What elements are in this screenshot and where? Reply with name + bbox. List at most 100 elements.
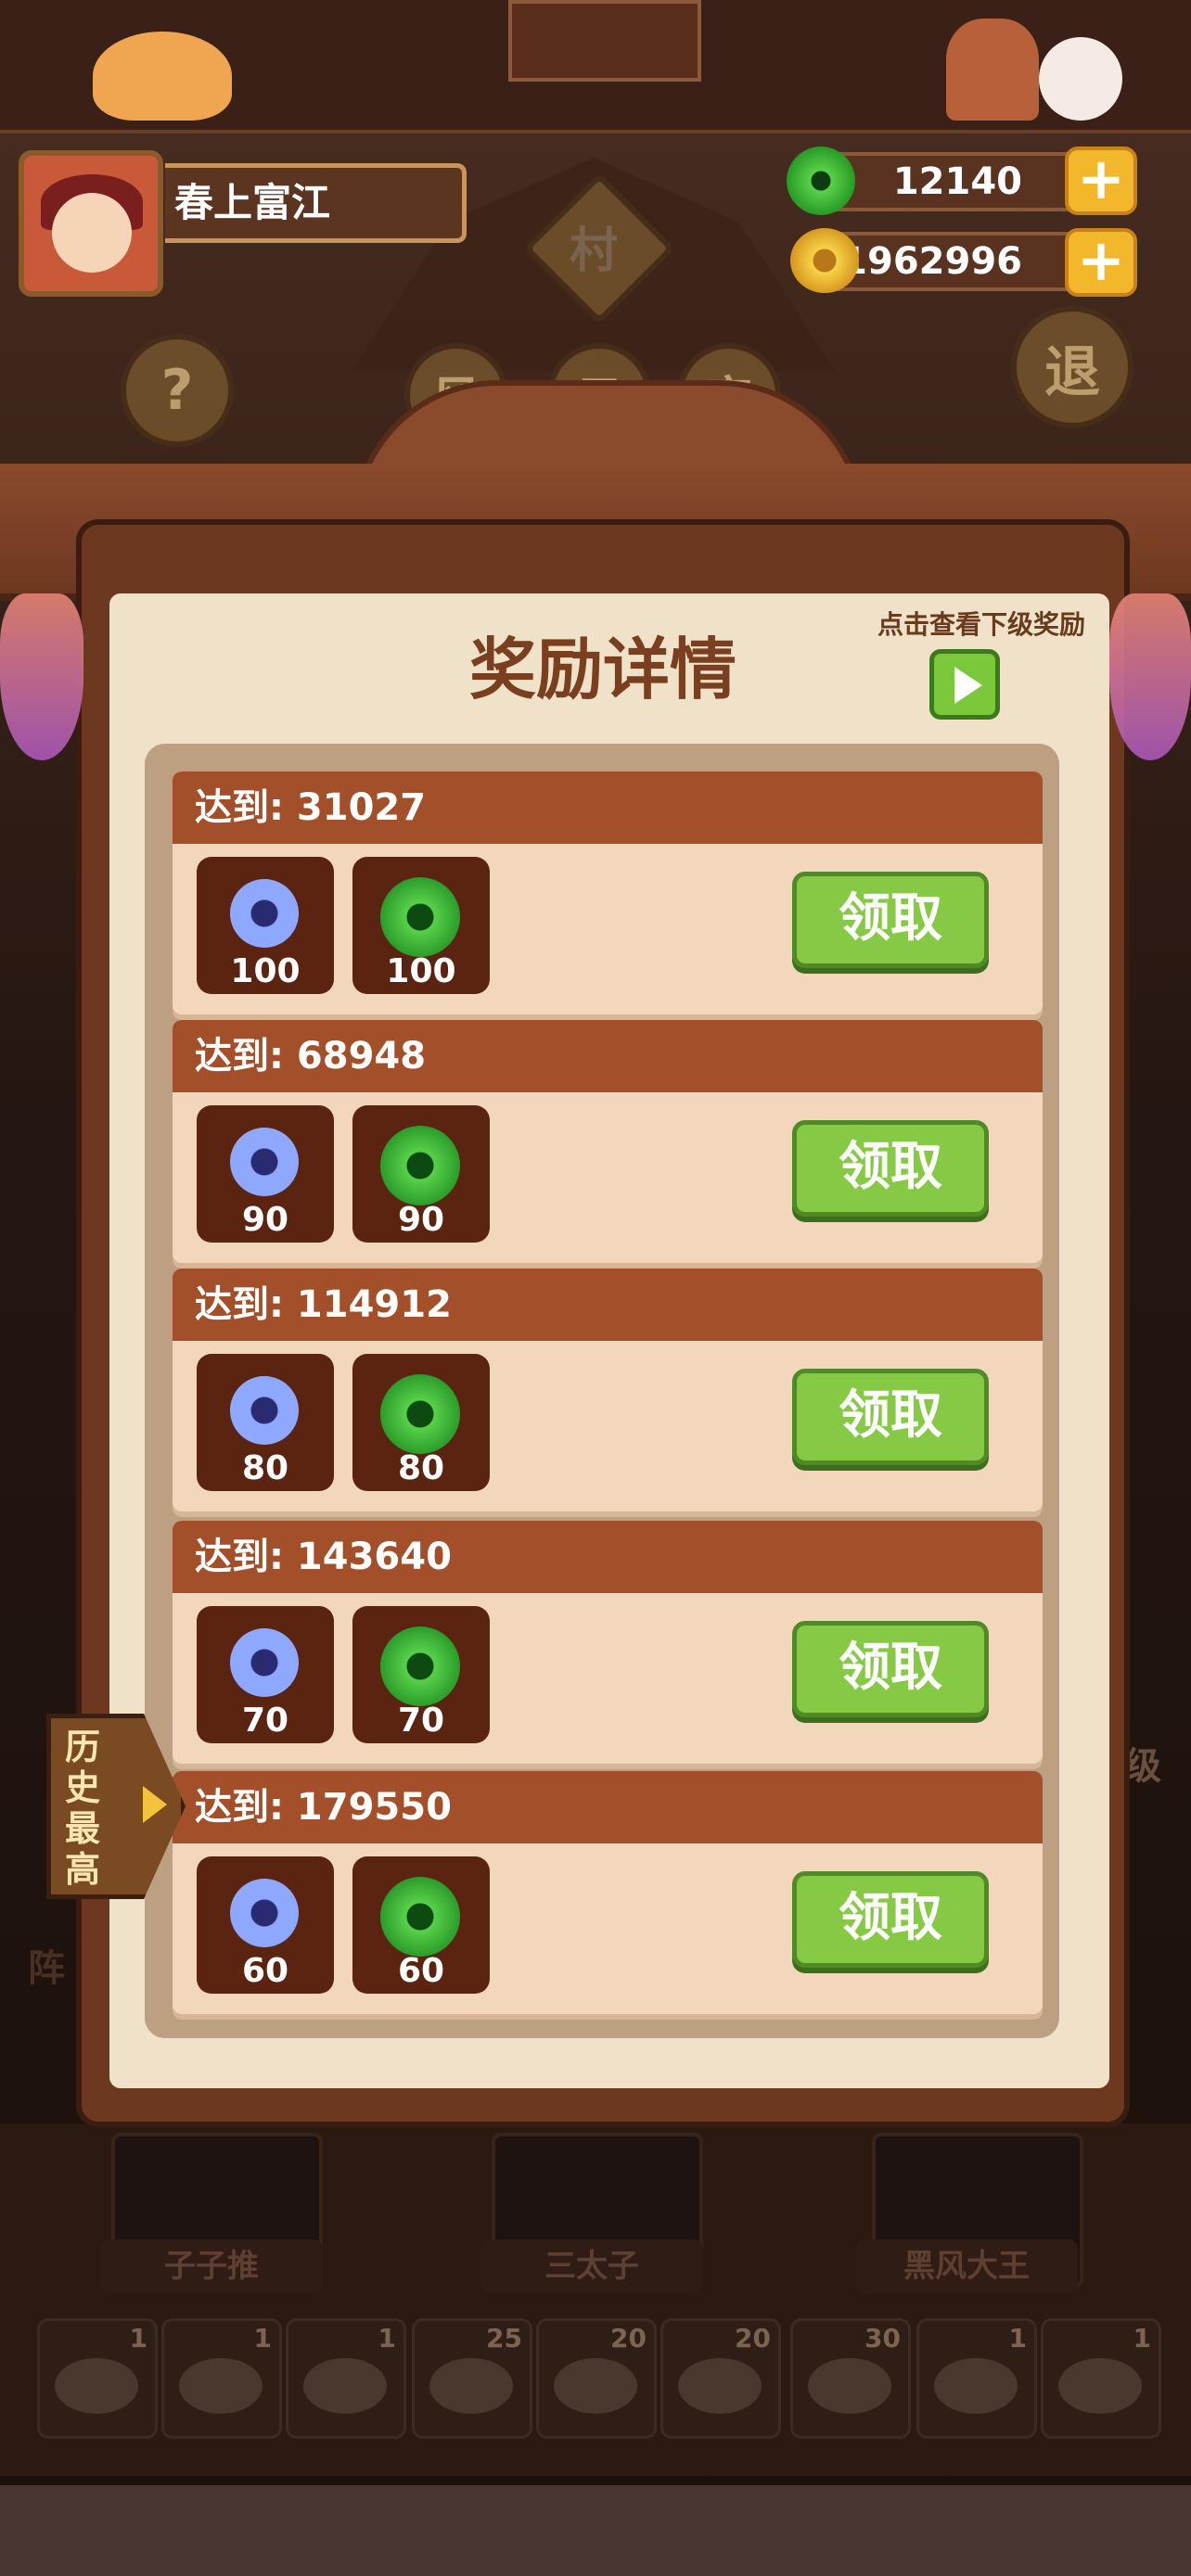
reward-item[interactable]: 100 [197,857,334,994]
dish-count: 1 [1133,2323,1151,2353]
coin-value: 1962996 [841,240,1022,283]
reward-row-body: 90 90 领取 [173,1092,1043,1263]
reward-item[interactable]: 90 [352,1105,490,1243]
green-jade-icon [380,1374,460,1454]
dish-count: 1 [1008,2323,1027,2353]
green-jade-icon [380,877,460,957]
reward-item[interactable]: 80 [352,1354,490,1491]
reward-item[interactable]: 100 [352,857,490,994]
reward-item[interactable]: 70 [197,1606,334,1743]
reward-qty: 60 [241,1952,289,1990]
reward-qty: 90 [241,1201,289,1239]
reward-qty: 70 [397,1702,445,1740]
reward-qty: 100 [230,952,301,990]
tassel-right-icon [1109,593,1191,760]
dish-slot[interactable]: 20 [660,2318,781,2439]
add-coin-button[interactable]: + [1065,228,1137,297]
dish-slot[interactable]: 30 [790,2318,911,2439]
hero-name-1: 子子推 [100,2239,323,2293]
avatar-face [52,193,132,273]
claim-button[interactable]: 领取 [792,1120,989,1217]
blue-ring-icon [230,879,299,948]
claim-button[interactable]: 领取 [792,872,989,968]
dish-count: 25 [486,2323,522,2353]
dish-count: 20 [735,2323,771,2353]
top-decor-bar [0,0,1191,134]
history-best-label: 历史最高 [65,1727,101,1890]
dish-slot[interactable]: 1 [916,2318,1037,2439]
reward-qty: 80 [241,1449,289,1487]
dish-slot[interactable]: 20 [536,2318,657,2439]
reward-row-body: 60 60 领取 [173,1843,1043,2014]
next-level-button[interactable] [929,649,1000,720]
dish-icon [179,2358,263,2414]
dish-slot[interactable]: 1 [286,2318,406,2439]
hero-name-3: 黑风大王 [855,2239,1078,2293]
reward-threshold: 达到: 114912 [173,1269,1043,1341]
dish-icon [554,2358,637,2414]
blue-ring-icon [230,1376,299,1445]
help-button[interactable]: ? [121,334,234,447]
dish-count: 30 [864,2323,901,2353]
blue-ring-icon [230,1879,299,1947]
reward-threshold: 达到: 179550 [173,1771,1043,1843]
exit-label: 退 [1044,339,1100,405]
reward-item[interactable]: 60 [197,1856,334,1994]
reward-threshold: 达到: 68948 [173,1020,1043,1092]
reward-qty: 80 [397,1449,445,1487]
reward-item[interactable]: 80 [197,1354,334,1491]
green-jade-icon [380,1626,460,1706]
claim-button[interactable]: 领取 [792,1871,989,1968]
green-jade-icon [380,1126,460,1205]
green-jade-icon [380,1877,460,1957]
blue-ring-icon [230,1128,299,1196]
dish-slot[interactable]: 1 [1041,2318,1161,2439]
dish-icon [678,2358,762,2414]
reward-item[interactable]: 90 [197,1105,334,1243]
next-level-hint: 点击查看下级奖励 [877,609,1085,640]
modal-title: 奖励详情 [468,631,736,708]
scroll-sign-icon [508,0,701,82]
reward-threshold: 达到: 143640 [173,1521,1043,1593]
blue-ring-icon [230,1628,299,1697]
dish-icon [808,2358,891,2414]
exit-button[interactable]: 退 [1011,306,1133,428]
reward-row: 达到: 114912 80 80 领取 [173,1269,1043,1511]
dish-icon [303,2358,387,2414]
side-label-right: 级 [1124,1745,1161,1788]
dish-icon [429,2358,513,2414]
dish-count: 1 [129,2323,147,2353]
shopkeeper-icon [946,19,1039,121]
reward-item[interactable]: 70 [352,1606,490,1743]
reward-qty: 70 [241,1702,289,1740]
dish-icon [55,2358,138,2414]
tassel-left-icon [0,593,83,760]
dish-count: 1 [378,2323,396,2353]
ghost-cat-icon [1039,37,1122,121]
dish-icon [1058,2358,1142,2414]
dish-count: 20 [610,2323,647,2353]
jade-value: 12140 [892,160,1022,203]
reward-row-body: 70 70 领取 [173,1593,1043,1764]
dish-count: 1 [253,2323,272,2353]
reward-row: 达到: 143640 70 70 领取 [173,1521,1043,1764]
hero-name-2: 三太子 [480,2239,703,2293]
arrow-right-icon [143,1786,167,1823]
dish-slot[interactable]: 25 [412,2318,532,2439]
claim-button[interactable]: 领取 [792,1621,989,1717]
bottom-bar [0,2485,1191,2576]
dish-slot[interactable]: 1 [161,2318,282,2439]
add-jade-button[interactable]: + [1065,147,1137,215]
reward-row: 达到: 68948 90 90 领取 [173,1020,1043,1263]
reward-row: 达到: 179550 60 60 领取 [173,1771,1043,2014]
jade-icon [787,147,855,215]
reward-threshold: 达到: 31027 [173,772,1043,844]
reward-item[interactable]: 60 [352,1856,490,1994]
avatar[interactable] [19,150,163,297]
claim-button[interactable]: 领取 [792,1369,989,1465]
reward-row: 达到: 31027 100 100 领取 [173,772,1043,1014]
village-sign-label: 村 [569,223,618,279]
dish-slot[interactable]: 1 [37,2318,158,2439]
cat-mascot-icon [93,32,232,121]
player-name: 春上富江 [165,163,467,243]
